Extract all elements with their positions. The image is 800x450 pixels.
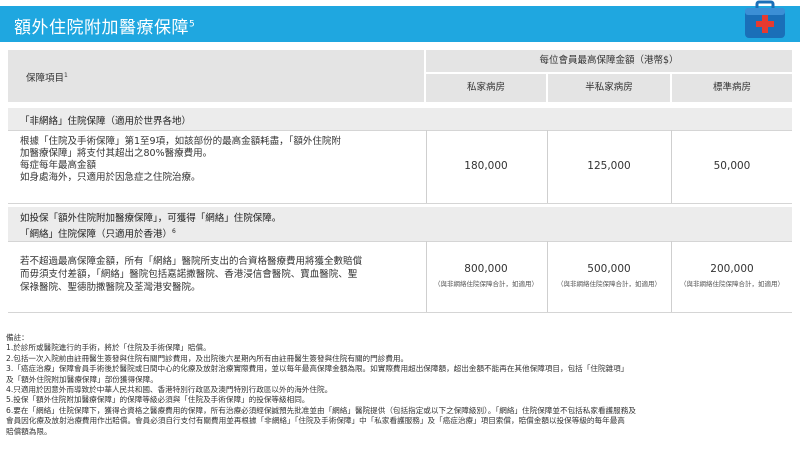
footnote: 會員因化療及放射治療費用作出賠償。會員必須自行支付有關費用並再根據「非網絡」「住… — [6, 416, 625, 426]
section2-value-note: （與非網絡住院保障合計，如適用） — [434, 280, 538, 288]
section1-value-private: 180,000 — [464, 160, 508, 172]
header-item-label: 保障項目 — [26, 73, 65, 84]
footnote: 1.於診所或醫院進行的手術，將於「住院及手術保障」賠償。 — [6, 343, 211, 353]
section2-value-note: （與非網絡住院保障合計，如適用） — [557, 280, 661, 288]
section1-line: 每症每年最高金額 — [20, 160, 97, 171]
footnote: 賠償額為限。 — [6, 426, 52, 436]
row-divider — [8, 130, 792, 131]
page-title: 額外住院附加醫療保障5 — [14, 18, 196, 38]
section1-line: 如身處海外，只適用於因急症之住院治療。 — [20, 172, 201, 183]
section2-value-standard: 200,000 （與非網絡住院保障合計，如適用） — [672, 263, 792, 288]
header-max-benefit: 每位會員最高保障金額（港幣$） — [426, 50, 792, 72]
section2-value-semi-private: 500,000 （與非網絡住院保障合計，如適用） — [548, 263, 670, 288]
section1-description: 根據「住院及手術保障」第1至9項，如該部份的最高金額耗盡，「額外住院附 加醫療保… — [20, 136, 420, 184]
header-col-private: 私家病房 — [426, 74, 546, 102]
column-divider — [671, 241, 672, 312]
section2-line: 保祿醫院、聖德肋撒醫院及荃灣港安醫院。 — [20, 282, 201, 293]
footnote: 4.只適用於因意外而導致於中華人民共和國、香港特別行政區及澳門特別行政區以外的海… — [6, 385, 333, 395]
section2-value-note: （與非網絡住院保障合計，如適用） — [680, 280, 784, 288]
medical-kit-icon — [745, 0, 785, 38]
row-divider — [8, 312, 792, 313]
footnote: 5.投保「額外住院附加醫療保障」的保障等級必須與「住院及手術保障」的投保等級相同… — [6, 395, 310, 405]
section1-value-semi-private: 125,000 — [587, 160, 631, 172]
section1-value-standard: 50,000 — [713, 160, 751, 172]
section2-value-private: 800,000 （與非網絡住院保障合計，如適用） — [426, 263, 546, 288]
section2-band: 如投保「額外住院附加醫療保障」，可獲得「網絡」住院保障。 「網絡」住院保障（只適… — [8, 207, 792, 241]
header-item-cell: 保障項目1 — [8, 50, 424, 102]
footnote: 及「額外住院附加醫療保障」部份獲得保障。 — [6, 374, 158, 384]
section2-band-sup: 6 — [172, 228, 176, 235]
title-footnote-ref: 5 — [189, 19, 196, 30]
footnote: 2.包括一次入院前由註冊醫生簽發與住院有關門診費用，及出院後六星期內所有由註冊醫… — [6, 353, 409, 363]
section2-line: 而毋須支付差額，「網絡」醫院包括嘉諾撒醫院、香港浸信會醫院、寶血醫院、聖 — [20, 269, 358, 280]
footnote: 6.要在「網絡」住院保障下，獲得合資格之醫療費用的保障，所有治療必須經保誠預先批… — [6, 405, 636, 415]
footnotes-heading: 備註： — [6, 333, 29, 342]
title-bar: 額外住院附加醫療保障5 — [0, 6, 800, 42]
column-divider — [426, 130, 427, 203]
column-divider — [426, 241, 427, 312]
header-col-standard: 標準病房 — [672, 74, 792, 102]
section1-band: 「非網絡」住院保障（適用於世界各地） — [8, 108, 792, 130]
section2-line: 若不超過最高保障金額，所有「網絡」醫院所支出的合資格醫療費用將獲全數賠償 — [20, 256, 363, 267]
row-divider — [8, 241, 792, 242]
section2-band-line1: 如投保「額外住院附加醫療保障」，可獲得「網絡」住院保障。 — [20, 213, 282, 224]
footnotes: 備註： 1.於診所或醫院進行的手術，將於「住院及手術保障」賠償。 2.包括一次入… — [6, 333, 796, 437]
section1-line: 加醫療保障」將支付其超出之80%醫療費用。 — [20, 148, 213, 159]
row-divider — [8, 203, 792, 204]
column-divider — [671, 130, 672, 203]
column-divider — [547, 241, 548, 312]
section2-description: 若不超過最高保障金額，所有「網絡」醫院所支出的合資格醫療費用將獲全數賠償 而毋須… — [20, 255, 425, 294]
header-col-semi-private: 半私家病房 — [548, 74, 670, 102]
section1-line: 根據「住院及手術保障」第1至9項，如該部份的最高金額耗盡，「額外住院附 — [20, 136, 341, 147]
section2-band-line2: 「網絡」住院保障（只適用於香港） — [20, 229, 173, 241]
header-item-sup: 1 — [64, 71, 68, 79]
footnote: 3.「癌症治療」保障會員手術後於醫院或日間中心的化療及放射治療實際費用，並以每年… — [6, 364, 629, 374]
column-divider — [547, 130, 548, 203]
